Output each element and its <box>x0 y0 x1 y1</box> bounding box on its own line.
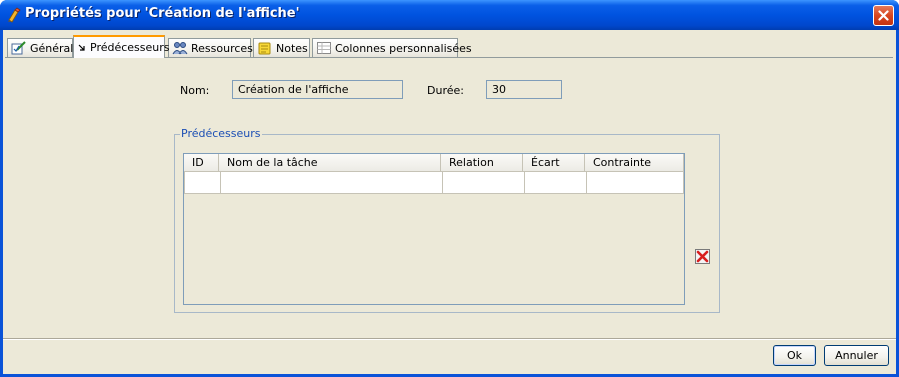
general-icon <box>11 41 26 55</box>
cancel-button[interactable]: Annuler <box>824 345 889 366</box>
predecessors-group-title: Prédécesseurs <box>180 127 262 140</box>
duration-label: Durée: <box>427 84 464 97</box>
table-header: ID Nom de la tâche Relation Écart Contra… <box>184 154 684 172</box>
column-header-gap[interactable]: Écart <box>523 154 585 172</box>
button-bar-separator <box>3 338 896 340</box>
cell-gap[interactable] <box>525 172 587 194</box>
tab-resources[interactable]: Ressources <box>168 38 253 57</box>
resources-icon <box>172 42 188 55</box>
table-icon <box>317 42 331 54</box>
delete-row-icon[interactable] <box>695 249 710 264</box>
column-header-relation[interactable]: Relation <box>441 154 523 172</box>
close-icon <box>878 10 889 21</box>
ok-button[interactable]: Ok <box>773 345 816 366</box>
notes-icon <box>258 42 271 55</box>
column-header-id[interactable]: ID <box>184 154 219 172</box>
name-field[interactable]: Création de l'affiche <box>232 80 403 99</box>
tab-general[interactable]: Général <box>7 38 73 57</box>
tab-resources-label: Ressources <box>191 41 253 55</box>
tab-custom-columns[interactable]: Colonnes personnalisées <box>312 38 472 57</box>
cell-id[interactable] <box>184 172 221 194</box>
cell-constraint[interactable] <box>587 172 684 194</box>
column-header-constraint[interactable]: Contrainte <box>585 154 684 172</box>
predecessors-table[interactable]: ID Nom de la tâche Relation Écart Contra… <box>183 153 685 305</box>
close-button[interactable] <box>873 5 894 26</box>
window-title: Propriétés pour 'Création de l'affiche' <box>25 6 300 21</box>
tab-predecessors[interactable]: Prédécesseurs <box>73 35 170 58</box>
tab-general-label: Général <box>30 41 74 55</box>
tab-notes-label: Notes <box>276 41 308 55</box>
app-icon <box>8 7 21 23</box>
tab-predecessors-label: Prédécesseurs <box>90 41 170 54</box>
table-row[interactable] <box>184 172 684 194</box>
properties-dialog: Propriétés pour 'Création de l'affiche' … <box>0 0 899 377</box>
arrow-down-right-icon <box>78 44 85 51</box>
tab-custom-columns-label: Colonnes personnalisées <box>335 41 472 55</box>
predecessors-panel: Nom: Création de l'affiche Durée: 30 Pré… <box>6 58 893 336</box>
duration-field[interactable]: 30 <box>486 80 562 99</box>
dialog-client-area: Général Prédécesseurs Ressources Notes C… <box>3 30 896 374</box>
cell-relation[interactable] <box>443 172 525 194</box>
cell-task-name[interactable] <box>221 172 443 194</box>
tab-notes[interactable]: Notes <box>253 38 310 57</box>
title-bar[interactable]: Propriétés pour 'Création de l'affiche' <box>0 0 899 30</box>
name-label: Nom: <box>180 84 210 97</box>
column-header-task-name[interactable]: Nom de la tâche <box>219 154 441 172</box>
